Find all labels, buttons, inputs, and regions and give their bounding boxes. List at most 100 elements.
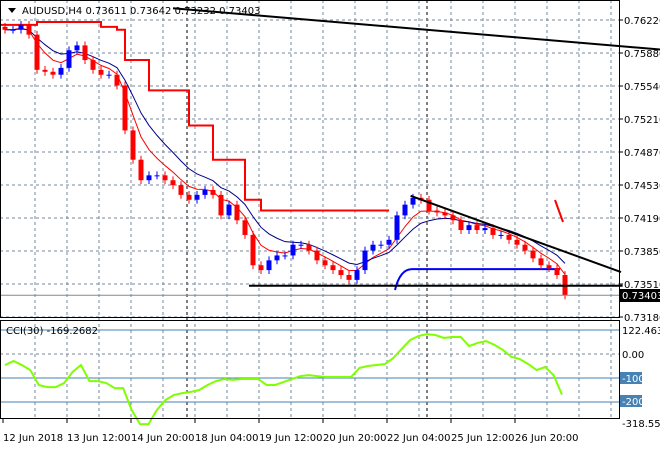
candle-bull	[410, 197, 416, 205]
candle-bull	[18, 24, 24, 30]
candle-bear	[338, 270, 344, 275]
cci-axis-label: -100	[622, 374, 645, 385]
price-axis: 0.76220 0.75880 0.75540 0.75210 0.74870 0.745…	[619, 16, 660, 324]
candle-bull	[386, 239, 392, 245]
time-label: 26 Jun 20:00	[515, 433, 579, 444]
price-tick-label: 0.75880	[624, 49, 660, 60]
candle-bull	[154, 175, 160, 177]
support-blue-line	[394, 268, 560, 291]
candle-bear	[90, 60, 96, 70]
cci-label: CCI(30) -169.2682	[6, 326, 98, 337]
collapse-triangle-icon[interactable]	[8, 8, 16, 13]
candle-bull	[402, 204, 408, 216]
candle-bear	[242, 220, 248, 235]
red-ma-line	[5, 27, 566, 275]
price-tick-label: 0.74190	[624, 214, 660, 225]
candle-bear	[314, 250, 320, 261]
candle-bear	[98, 69, 104, 75]
candle-bull	[378, 244, 384, 246]
candle-bear	[82, 45, 88, 61]
candle-bear	[186, 194, 192, 200]
price-tick-label: 0.74870	[624, 148, 660, 159]
candle-bull	[290, 244, 296, 256]
candle-bear	[258, 265, 264, 271]
candle-bull	[466, 225, 472, 231]
candle-bear	[442, 212, 448, 216]
candle-bull	[58, 67, 64, 75]
cci-panel	[0, 329, 619, 426]
candle-bull	[298, 244, 304, 246]
cci-axis-label: 0.00	[622, 350, 644, 361]
candle-bear	[450, 215, 456, 221]
candle-bear	[130, 130, 136, 160]
candle-bull	[66, 50, 72, 68]
candle-bear	[42, 69, 48, 72]
time-label: 13 Jun 12:00	[67, 433, 131, 444]
trendline[interactable]	[410, 194, 622, 273]
candle-bear	[306, 244, 312, 251]
candle-bear	[50, 71, 56, 75]
price-tick-label: 0.75210	[624, 115, 660, 126]
blue-ma-line	[5, 28, 566, 266]
time-label: 18 Jun 04:00	[195, 433, 259, 444]
candle-bear	[522, 244, 528, 251]
time-label: 20 Jun 20:00	[323, 433, 387, 444]
candle-bear	[346, 274, 352, 280]
candle-bear	[138, 159, 144, 181]
time-label: 14 Jun 20:00	[131, 433, 195, 444]
candle-bear	[218, 194, 224, 216]
candle-bear	[34, 34, 40, 70]
candle-bear	[330, 265, 336, 271]
candle-bull	[226, 204, 232, 216]
time-label: 12 Jun 2018	[3, 433, 63, 444]
candle-bear	[122, 85, 128, 131]
candle-bear	[162, 175, 168, 181]
cci-line	[4, 333, 563, 426]
candle-bear	[514, 239, 520, 245]
price-tick-label: 0.75540	[624, 82, 660, 93]
candle-bull	[266, 260, 272, 271]
candle-bull	[106, 74, 112, 76]
candle-bull	[282, 255, 288, 257]
candle-bull	[370, 244, 376, 251]
candle-bear	[178, 185, 184, 195]
chart-window[interactable]: AUDUSD,H4 0.73611 0.73642 0.73232 0.7340…	[0, 0, 660, 450]
price-tick-label: 0.74530	[624, 181, 660, 192]
time-label: 25 Jun 12:00	[451, 433, 515, 444]
candle-bear	[234, 204, 240, 221]
red-segment	[554, 199, 564, 223]
candle-bear	[322, 260, 328, 266]
candle-bear	[170, 180, 176, 186]
candle-bear	[26, 24, 32, 35]
candle-bear	[538, 258, 544, 266]
candle-bull	[482, 228, 488, 231]
candle-bull	[146, 175, 152, 181]
candle-bull	[498, 234, 504, 236]
candle-bull	[274, 255, 280, 261]
current-price: 0.73403	[622, 291, 660, 302]
candle-bear	[554, 268, 560, 275]
candle-bear	[474, 225, 480, 231]
candle-bull	[362, 250, 368, 271]
candle-bull	[202, 189, 208, 195]
price-tick-label: 0.73850	[624, 247, 660, 258]
time-axis: 12 Jun 2018 13 Jun 12:00 14 Jun 20:00 18 Ju…	[2, 418, 579, 444]
candle-bear	[250, 234, 256, 266]
candle-bear	[114, 74, 120, 86]
candle-bear	[210, 189, 216, 195]
time-label: 19 Jun 12:00	[259, 433, 323, 444]
chart-canvas[interactable]: AUDUSD,H4 0.73611 0.73642 0.73232 0.7340…	[0, 0, 660, 450]
candle-bull	[394, 215, 400, 240]
cci-axis: 122.4634 0.00 -100 -200 -318.5593	[620, 326, 660, 430]
candle-bull	[354, 270, 360, 280]
candle-bull	[74, 45, 80, 51]
symbol-info: AUDUSD,H4 0.73611 0.73642 0.73232 0.7340…	[22, 6, 260, 17]
symbol: AUDUSD,H4	[22, 6, 82, 17]
candle-bear	[2, 26, 8, 30]
low-price: 0.73232	[175, 6, 216, 17]
cci-axis-label: 122.4634	[622, 326, 660, 337]
candle-bear	[458, 220, 464, 231]
candle-bear	[506, 234, 512, 240]
candle-bear	[490, 228, 496, 235]
candle-bear	[434, 210, 440, 213]
